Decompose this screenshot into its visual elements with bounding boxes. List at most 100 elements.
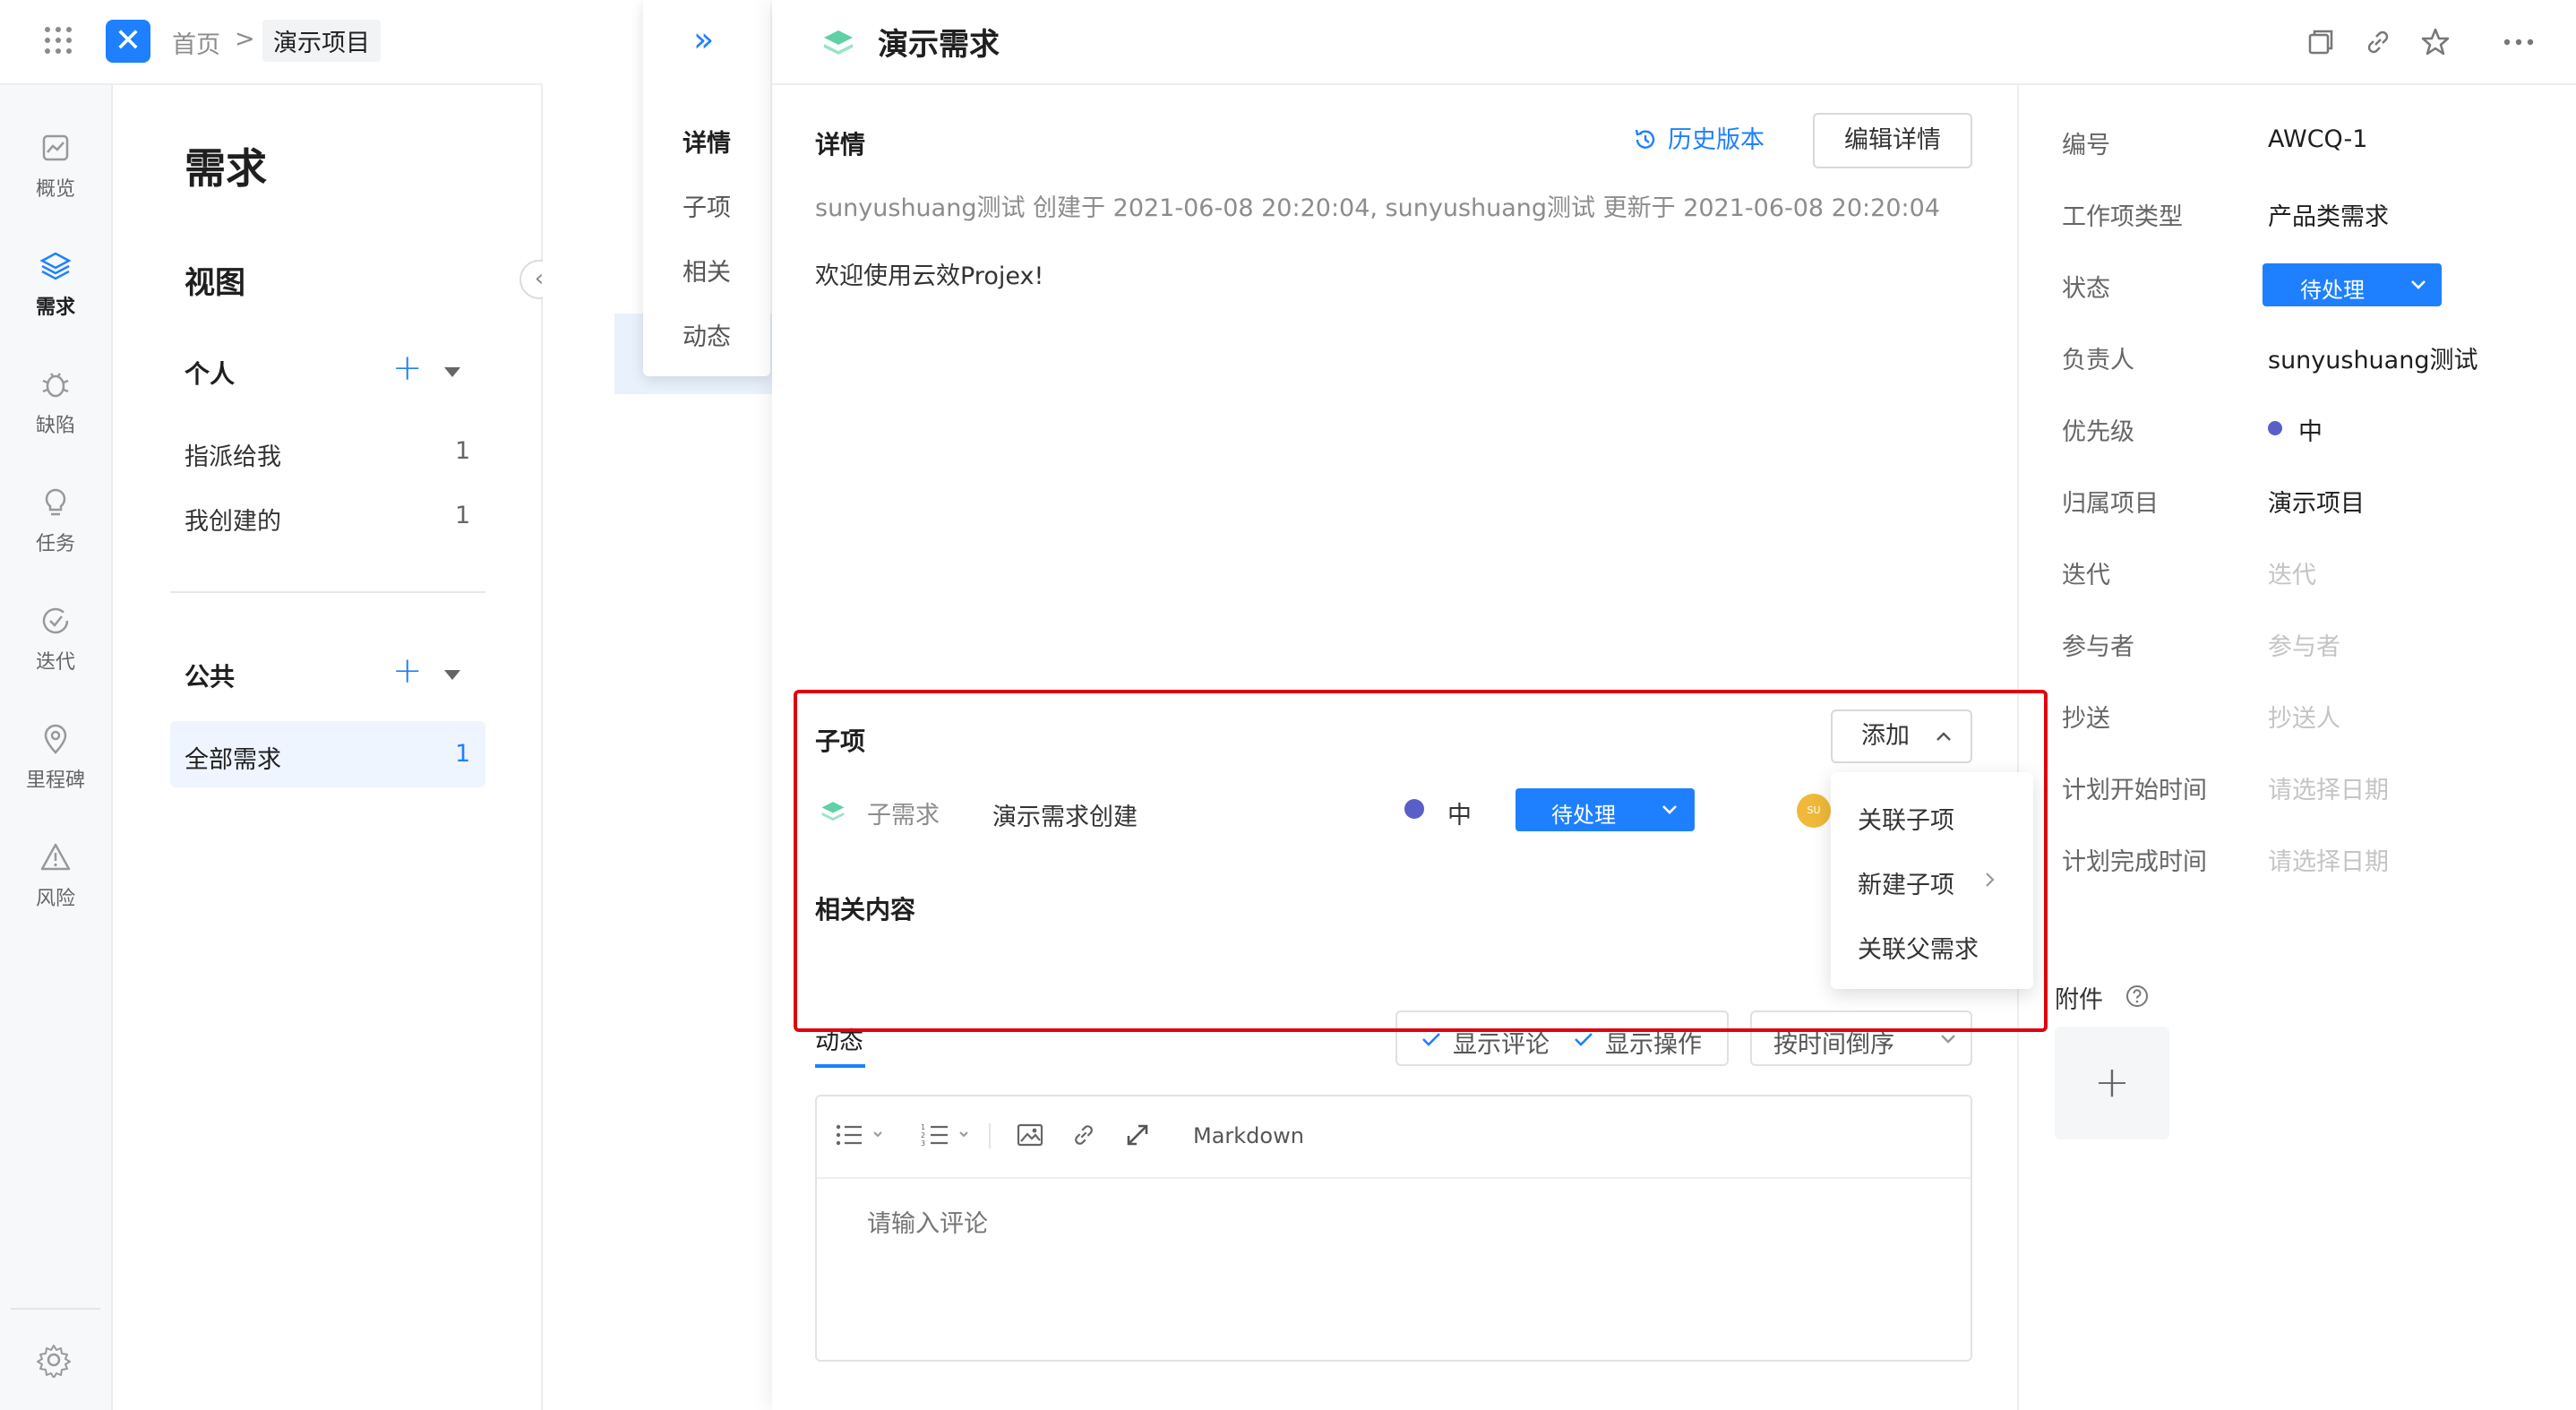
prop-cc-label: 抄送 [2062,705,2110,733]
breadcrumb-home[interactable]: 首页 [172,25,220,60]
check-icon [1422,1033,1440,1046]
bullet-list-icon[interactable] [835,1122,887,1148]
menu-item-link-parent[interactable]: 关联父需求 [1858,930,1979,965]
section-personal: 个人 [185,359,236,389]
gear-icon[interactable] [36,1342,72,1378]
svg-text:2: 2 [921,1131,925,1139]
edit-detail-button[interactable]: 编辑详情 [1813,113,1972,168]
prop-type-value[interactable]: 产品类需求 [2268,197,2389,232]
prop-end-label: 计划完成时间 [2062,848,2207,876]
prop-start-label: 计划开始时间 [2062,777,2207,804]
section-detail-heading: 详情 [815,130,866,159]
chevron-down-icon [1941,1035,1955,1044]
chevron-right-icon [1986,873,1995,887]
copy-icon[interactable] [2306,27,2336,57]
nav-item-requirements[interactable]: 需求 [0,248,111,320]
prop-owner-value[interactable]: sunyushuang测试 [2268,340,2477,375]
comment-input[interactable] [865,1209,1854,1239]
prop-cc-value[interactable]: 抄送人 [2268,699,2340,734]
prop-priority-value[interactable]: 中 [2298,412,2323,447]
detail-subnav: » 详情 子项 相关 动态 [643,0,770,376]
prop-sprint-label: 迭代 [2062,562,2110,589]
divider [989,1123,991,1148]
cycle-icon [42,607,69,634]
link-icon[interactable] [2363,27,2393,57]
add-view-icon[interactable]: + [392,348,423,389]
subnav-detail[interactable]: 详情 [643,124,770,159]
caret-down-icon[interactable] [444,367,460,377]
link-icon[interactable] [1069,1122,1098,1148]
nav-item-risks[interactable]: 风险 [0,839,111,911]
check-icon [1575,1033,1593,1046]
bug-icon [42,373,69,398]
prop-project-value[interactable]: 演示项目 [2268,484,2365,519]
nav-item-sprints[interactable]: 迭代 [0,603,111,675]
tab-underline [815,1064,865,1068]
divider [170,591,485,593]
expand-icon[interactable]: » [693,20,714,59]
layers-icon [39,252,72,280]
markdown-label[interactable]: Markdown [1193,1123,1304,1148]
nav-item-milestones[interactable]: 里程碑 [0,721,111,793]
help-icon[interactable] [2125,984,2150,1009]
layers-icon [824,30,853,55]
add-view-icon[interactable]: + [392,650,423,692]
prop-status-label: 状态 [2062,275,2110,303]
view-count: 1 [455,502,471,529]
prop-id-label: 编号 [2062,132,2110,159]
prop-priority-label: 优先级 [2062,418,2134,446]
nav-item-overview[interactable]: 概览 [0,130,111,202]
status-dropdown[interactable]: 待处理 [2263,263,2442,306]
apps-grid-icon[interactable] [45,27,72,54]
view-item-created[interactable]: 我创建的 [185,502,281,537]
more-icon[interactable] [2501,27,2537,57]
subnav-activity[interactable]: 动态 [643,317,770,352]
history-label: 历史版本 [1668,126,1765,154]
chart-icon [42,134,69,161]
subnav-related[interactable]: 相关 [643,253,770,288]
page-title: 需求 [185,144,267,193]
nav-label: 概览 [35,178,75,201]
svg-text:3: 3 [921,1139,925,1148]
history-button[interactable]: 历史版本 [1632,120,1765,155]
left-nav: 概览 需求 缺陷 任务 迭代 里程碑 风险 [0,85,113,1410]
prop-end-value[interactable]: 请选择日期 [2268,842,2389,877]
caret-down-icon[interactable] [444,670,460,680]
breadcrumb-current[interactable]: 演示项目 [262,20,381,62]
nav-item-bugs[interactable]: 缺陷 [0,366,111,438]
subnav-subitems[interactable]: 子项 [643,188,770,223]
section-public: 公共 [185,662,236,692]
star-icon[interactable] [2420,27,2451,57]
add-attachment-button[interactable]: + [2055,1027,2169,1139]
fullscreen-icon[interactable] [1123,1122,1152,1148]
add-dropdown-menu: 关联子项 新建子项 关联父需求 [1831,772,2033,989]
nav-item-tasks[interactable]: 任务 [0,485,111,556]
view-count: 1 [455,740,471,768]
nav-label: 里程碑 [25,769,85,792]
lightbulb-icon [45,488,66,516]
numbered-list-icon[interactable]: 123 [921,1122,973,1148]
nav-label: 需求 [35,297,75,319]
editor-toolbar: 123 Markdown [817,1096,1971,1179]
nav-label: 迭代 [35,651,75,674]
chevron-down-icon [2411,280,2426,289]
view-item-assigned[interactable]: 指派给我 [185,437,281,472]
prop-owner-label: 负责人 [2062,347,2134,374]
menu-item-link-child[interactable]: 关联子项 [1858,801,1954,836]
view-item-all[interactable]: 全部需求 [185,740,281,775]
prop-id-value: AWCQ-1 [2268,125,2368,153]
prop-sprint-value[interactable]: 迭代 [2268,555,2316,590]
svg-text:1: 1 [921,1123,925,1131]
prop-participants-value[interactable]: 参与者 [2268,627,2340,662]
description-text: 欢迎使用云效Projex! [815,262,1044,290]
detail-title: 演示需求 [878,27,1000,63]
app-logo[interactable]: ✕ [106,20,150,63]
view-count: 1 [455,437,471,465]
history-icon [1635,129,1655,149]
image-icon[interactable] [1016,1122,1044,1148]
nav-label: 任务 [35,533,75,555]
menu-item-new-child[interactable]: 新建子项 [1858,865,1954,900]
milestone-icon [44,724,67,754]
prop-start-value[interactable]: 请选择日期 [2268,770,2389,805]
prop-type-label: 工作项类型 [2062,203,2183,231]
